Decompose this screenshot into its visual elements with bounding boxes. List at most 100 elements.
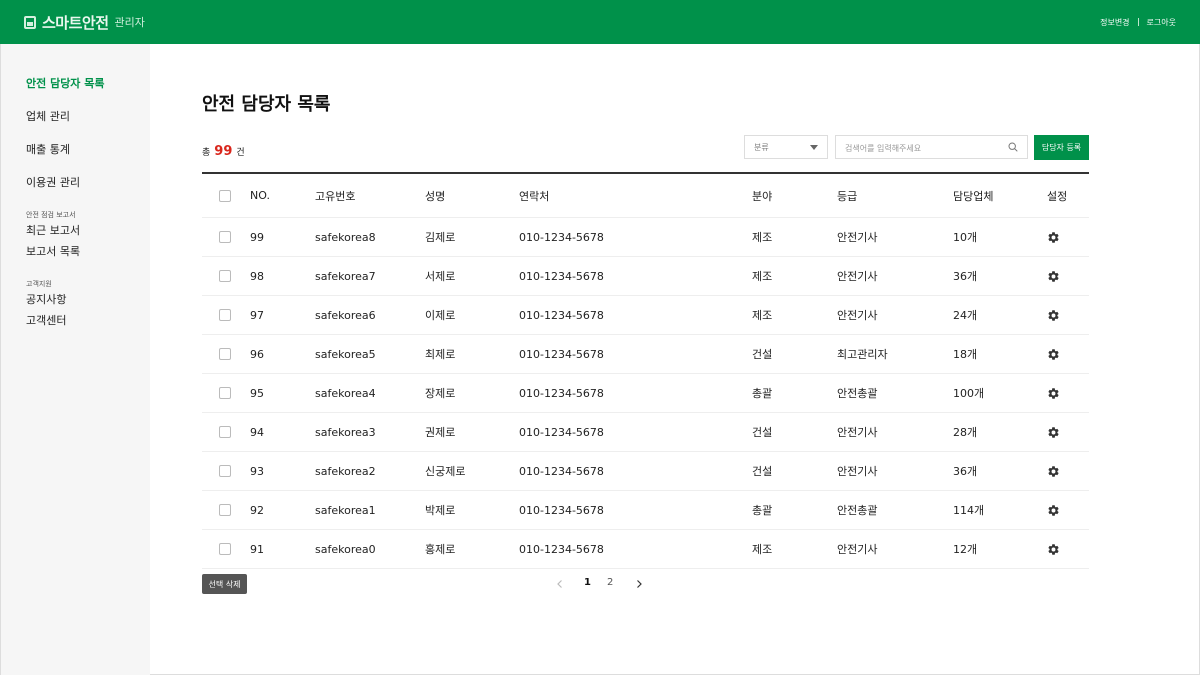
row-grade: 안전기사 — [837, 270, 878, 283]
row-companies: 12개 — [953, 543, 978, 556]
search-input[interactable] — [836, 137, 996, 160]
gear-icon[interactable] — [1047, 309, 1060, 322]
row-contact: 010-1234-5678 — [519, 308, 604, 322]
row-checkbox[interactable] — [219, 348, 231, 360]
sidebar-item-recent-reports[interactable]: 최근 보고서 — [1, 224, 150, 245]
row-grade: 안전기사 — [837, 309, 878, 322]
row-checkbox[interactable] — [219, 387, 231, 399]
table-row[interactable]: 96 safekorea5 최제로 010-1234-5678 건설 최고관리자… — [202, 335, 1089, 374]
table-body: 99 safekorea8 김제로 010-1234-5678 제조 안전기사 … — [202, 218, 1089, 569]
row-checkbox[interactable] — [219, 309, 231, 321]
row-settings-cell — [1047, 257, 1060, 295]
gear-icon[interactable] — [1047, 465, 1060, 478]
sidebar-item-safety-manager-list[interactable]: 안전 담당자 목록 — [1, 76, 150, 109]
column-header-no: NO. — [250, 189, 270, 202]
row-field: 총괄 — [752, 387, 773, 400]
gear-icon[interactable] — [1047, 426, 1060, 439]
row-name: 장제로 — [425, 387, 456, 400]
gear-icon[interactable] — [1047, 231, 1060, 244]
row-contact: 010-1234-5678 — [519, 230, 604, 244]
sidebar-item-sales-statistics[interactable]: 매출 통계 — [1, 142, 150, 175]
search-box — [835, 135, 1028, 160]
page-2[interactable]: 2 — [607, 577, 613, 588]
row-checkbox[interactable] — [219, 504, 231, 516]
row-grade: 최고관리자 — [837, 348, 888, 361]
row-select-cell — [219, 218, 231, 256]
logout-link[interactable]: 로그아웃 — [1147, 17, 1176, 28]
row-select-cell — [219, 335, 231, 373]
row-checkbox[interactable] — [219, 426, 231, 438]
edit-info-link[interactable]: 정보변경 — [1100, 17, 1129, 28]
row-contact: 010-1234-5678 — [519, 425, 604, 439]
select-all-checkbox[interactable] — [219, 189, 231, 202]
gear-icon[interactable] — [1047, 270, 1060, 283]
chevron-left-icon[interactable] — [555, 579, 565, 589]
row-settings-cell — [1047, 530, 1060, 568]
delete-selected-button[interactable]: 선택 삭제 — [202, 574, 247, 594]
row-no: 93 — [250, 464, 264, 478]
row-no: 96 — [250, 347, 264, 361]
row-checkbox[interactable] — [219, 231, 231, 243]
sidebar-item-company-management[interactable]: 업체 관리 — [1, 109, 150, 142]
sidebar-item-pass-management[interactable]: 이용권 관리 — [1, 175, 150, 208]
gear-icon[interactable] — [1047, 504, 1060, 517]
chevron-right-icon[interactable] — [634, 579, 644, 589]
row-companies: 18개 — [953, 348, 978, 361]
table-row[interactable]: 95 safekorea4 장제로 010-1234-5678 총괄 안전총괄 … — [202, 374, 1089, 413]
row-id: safekorea8 — [315, 230, 376, 244]
table-row[interactable]: 92 safekorea1 박제로 010-1234-5678 총괄 안전총괄 … — [202, 491, 1089, 530]
row-no: 92 — [250, 503, 264, 517]
table-row[interactable]: 93 safekorea2 신궁제로 010-1234-5678 건설 안전기사… — [202, 452, 1089, 491]
row-companies: 28개 — [953, 426, 978, 439]
row-field: 제조 — [752, 231, 773, 244]
table-row[interactable]: 99 safekorea8 김제로 010-1234-5678 제조 안전기사 … — [202, 218, 1089, 257]
row-name: 권제로 — [425, 426, 456, 439]
row-checkbox[interactable] — [219, 465, 231, 477]
gear-icon[interactable] — [1047, 387, 1060, 400]
row-checkbox[interactable] — [219, 270, 231, 282]
gear-icon[interactable] — [1047, 348, 1060, 361]
row-select-cell — [219, 452, 231, 490]
row-id: safekorea3 — [315, 425, 376, 439]
table-row[interactable]: 97 safekorea6 이제로 010-1234-5678 제조 안전기사 … — [202, 296, 1089, 335]
row-companies: 36개 — [953, 465, 978, 478]
select-all-cell — [219, 174, 231, 217]
category-select[interactable]: 분류 — [744, 135, 828, 159]
logo[interactable]: 스마트안전 관리자 — [24, 12, 145, 33]
table-row[interactable]: 91 safekorea0 홍제로 010-1234-5678 제조 안전기사 … — [202, 530, 1089, 569]
row-select-cell — [219, 374, 231, 412]
sidebar-item-customer-center[interactable]: 고객센터 — [1, 314, 150, 335]
row-select-cell — [219, 530, 231, 568]
gear-icon[interactable] — [1047, 543, 1060, 556]
logo-text: 스마트안전 — [42, 13, 109, 32]
row-settings-cell — [1047, 491, 1060, 529]
sidebar-item-notices[interactable]: 공지사항 — [1, 293, 150, 314]
row-id: safekorea0 — [315, 542, 376, 556]
register-manager-button[interactable]: 담당자 등록 — [1034, 135, 1089, 160]
sidebar-group-title-support: 고객지원 — [26, 280, 52, 288]
page-1[interactable]: 1 — [584, 577, 591, 588]
row-field: 건설 — [752, 348, 773, 361]
row-settings-cell — [1047, 413, 1060, 451]
row-companies: 100개 — [953, 387, 985, 400]
top-links: 정보변경 로그아웃 — [1100, 17, 1176, 28]
row-field: 제조 — [752, 270, 773, 283]
row-grade: 안전총괄 — [837, 504, 878, 517]
sidebar-item-report-list[interactable]: 보고서 목록 — [1, 245, 150, 266]
column-header-contact: 연락처 — [519, 189, 550, 203]
table-row[interactable]: 94 safekorea3 권제로 010-1234-5678 건설 안전기사 … — [202, 413, 1089, 452]
logo-subtitle: 관리자 — [114, 16, 145, 29]
column-header-field: 분야 — [752, 189, 773, 203]
row-companies: 10개 — [953, 231, 978, 244]
row-select-cell — [219, 257, 231, 295]
row-grade: 안전기사 — [837, 543, 878, 556]
table-row[interactable]: 98 safekorea7 서제로 010-1234-5678 제조 안전기사 … — [202, 257, 1089, 296]
row-contact: 010-1234-5678 — [519, 386, 604, 400]
row-checkbox[interactable] — [219, 543, 231, 555]
row-id: safekorea4 — [315, 386, 376, 400]
row-companies: 36개 — [953, 270, 978, 283]
search-icon[interactable] — [1008, 142, 1018, 152]
column-header-name: 성명 — [425, 189, 446, 203]
row-id: safekorea1 — [315, 503, 376, 517]
row-contact: 010-1234-5678 — [519, 464, 604, 478]
